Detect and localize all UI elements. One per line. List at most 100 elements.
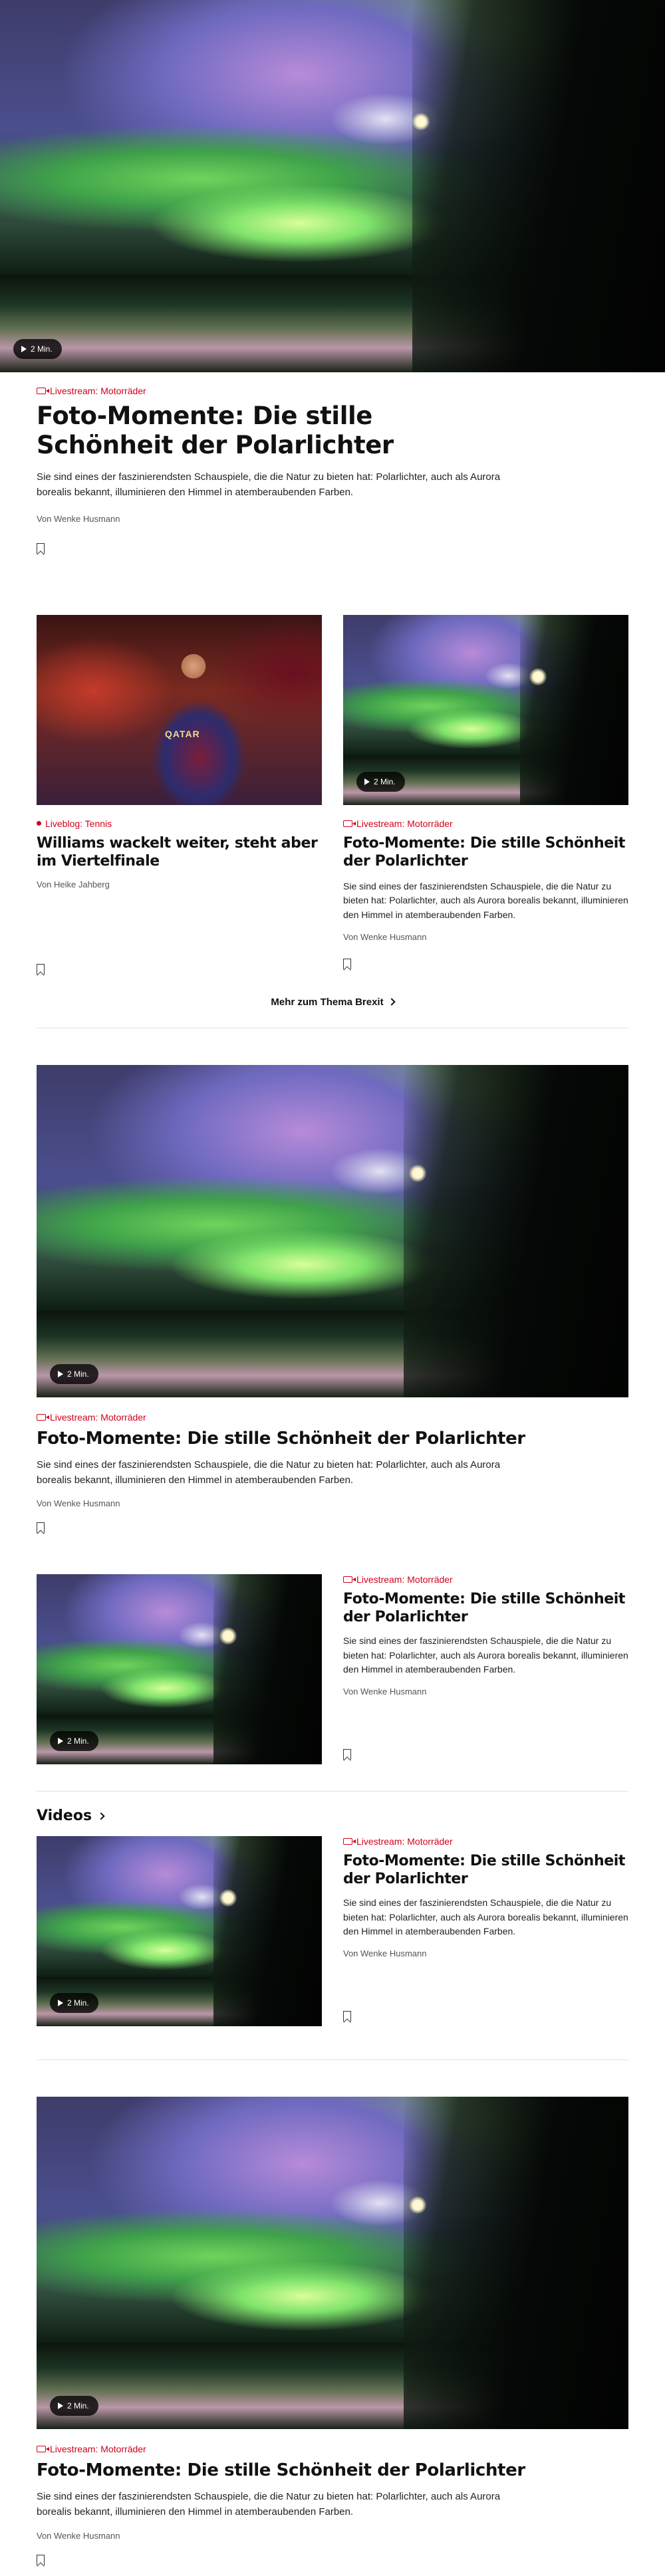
article-lead: Sie sind eines der faszinierendsten Scha… [37, 1459, 501, 1486]
play-icon [58, 1370, 63, 1377]
chevron-right-icon [97, 1812, 105, 1820]
aurora-image[interactable]: 2 Min. [37, 1064, 628, 1397]
big-teaser[interactable]: 2 Min. Livestream: Motorräder Foto-Momen… [37, 2097, 628, 2570]
article-author: Von Wenke Husmann [37, 513, 120, 524]
article-title[interactable]: Foto-Momente: Die stille Schönheit der P… [37, 2460, 628, 2481]
teaser-aurora[interactable]: 2 Min. Livestream: Motorräder Foto-Momen… [343, 614, 628, 979]
bookmark-button[interactable] [343, 954, 628, 974]
play-icon [58, 2000, 63, 2006]
kicker-label: Livestream: Motorräder [356, 1836, 453, 1847]
chevron-right-icon [387, 998, 396, 1006]
section-title: Videos [37, 1808, 92, 1824]
video-camera-icon [37, 388, 49, 394]
video-duration: 2 Min. [67, 1736, 89, 1746]
video-duration: 2 Min. [67, 1998, 89, 2008]
article-author: Von Wenke Husmann [37, 2530, 120, 2541]
shirt-sponsor-text: QATAR [165, 729, 200, 740]
article-author: Von Wenke Husmann [343, 1687, 427, 1697]
bookmark-button[interactable] [343, 1744, 628, 1764]
two-column-teasers: QATAR Liveblog: Tennis Williams wackelt … [37, 614, 628, 979]
article-author: Von Wenke Husmann [37, 1498, 120, 1508]
moon-shape [409, 1164, 426, 1182]
video-duration-badge[interactable]: 2 Min. [356, 771, 405, 792]
video-duration: 2 Min. [374, 776, 396, 786]
football-player-image[interactable]: QATAR [37, 614, 322, 805]
kicker[interactable]: Livestream: Motorräder [343, 818, 628, 829]
article-title[interactable]: Williams wackelt weiter, steht aber im V… [37, 834, 322, 870]
bookmark-icon [37, 542, 45, 554]
video-duration: 2 Min. [67, 2401, 89, 2410]
more-link-label: Mehr zum Thema Brexit [271, 996, 384, 1008]
moon-shape [412, 113, 430, 130]
aurora-image[interactable]: 2 Min. [37, 2097, 628, 2429]
teaser-tennis[interactable]: QATAR Liveblog: Tennis Williams wackelt … [37, 614, 322, 979]
article-author: Von Wenke Husmann [343, 931, 427, 942]
divider [37, 2059, 628, 2060]
video-camera-icon [343, 1838, 356, 1845]
bookmark-button[interactable] [343, 2006, 628, 2026]
article-lead: Sie sind eines der faszinierendsten Scha… [343, 880, 628, 920]
kicker[interactable]: Liveblog: Tennis [37, 818, 322, 829]
article-title[interactable]: Foto-Momente: Die stille Schönheit der P… [343, 1852, 628, 1888]
bookmark-icon [37, 2554, 45, 2565]
aurora-image[interactable]: 2 Min. [37, 1574, 322, 1764]
bookmark-button[interactable] [37, 538, 628, 558]
bookmark-icon [37, 1522, 45, 1533]
video-duration-badge[interactable]: 2 Min. [50, 1993, 98, 2013]
row-teaser[interactable]: 2 Min. Livestream: Motorräder Foto-Momen… [37, 1836, 628, 2026]
kicker[interactable]: Livestream: Motorräder [37, 1412, 628, 1423]
moon-shape [219, 1627, 237, 1645]
article-title[interactable]: Foto-Momente: Die stille Schönheit der P… [37, 402, 502, 460]
article-lead: Sie sind eines der faszinierendsten Scha… [37, 2491, 501, 2518]
hero-image[interactable]: 2 Min. [0, 0, 665, 372]
bookmark-icon [343, 2011, 351, 2022]
aurora-image[interactable]: 2 Min. [37, 1836, 322, 2026]
article-lead: Sie sind eines der faszinierendsten Scha… [343, 1897, 628, 1937]
article-title[interactable]: Foto-Momente: Die stille Schönheit der P… [343, 1590, 628, 1626]
kicker-label: Liveblog: Tennis [45, 818, 112, 829]
kicker[interactable]: Livestream: Motorräder [37, 386, 628, 396]
kicker[interactable]: Livestream: Motorräder [37, 2444, 628, 2454]
video-camera-icon [37, 2446, 49, 2452]
bookmark-icon [343, 1749, 351, 1760]
video-duration-badge[interactable]: 2 Min. [13, 339, 62, 359]
article-author: Von Wenke Husmann [343, 1948, 427, 1959]
video-duration-badge[interactable]: 2 Min. [50, 2396, 98, 2416]
bookmark-button[interactable] [37, 1518, 628, 1538]
moon-shape [409, 2196, 426, 2214]
kicker-label: Livestream: Motorräder [356, 1574, 453, 1585]
video-duration-badge[interactable]: 2 Min. [50, 1363, 98, 1384]
play-icon [364, 778, 370, 785]
article-title[interactable]: Foto-Momente: Die stille Schönheit der P… [343, 834, 628, 870]
play-icon [58, 2402, 63, 2409]
bookmark-button[interactable] [37, 959, 322, 979]
play-icon [58, 1738, 63, 1744]
row-teaser[interactable]: 2 Min. Livestream: Motorräder Foto-Momen… [37, 1574, 628, 1764]
live-dot-icon [37, 821, 41, 826]
article-author: Von Heike Jahberg [37, 879, 110, 889]
bookmark-button[interactable] [37, 2550, 628, 2570]
kicker[interactable]: Livestream: Motorräder [343, 1574, 628, 1585]
article-lead: Sie sind eines der faszinierendsten Scha… [37, 471, 501, 499]
aurora-image[interactable]: 2 Min. [343, 614, 628, 805]
more-brexit-link[interactable]: Mehr zum Thema Brexit [37, 996, 628, 1008]
divider [37, 1791, 628, 1792]
hero-teaser[interactable]: 2 Min. Livestream: Motorräder Foto-Momen… [0, 0, 665, 558]
kicker[interactable]: Livestream: Motorräder [343, 1836, 628, 1847]
video-camera-icon [343, 820, 356, 827]
kicker-label: Livestream: Motorräder [50, 1411, 146, 1423]
moon-shape [529, 667, 547, 685]
video-camera-icon [343, 1576, 356, 1583]
bookmark-icon [343, 958, 351, 969]
video-duration: 2 Min. [67, 1369, 89, 1379]
videos-section-heading[interactable]: Videos [37, 1808, 628, 1824]
moon-shape [219, 1889, 237, 1907]
big-teaser[interactable]: 2 Min. Livestream: Motorräder Foto-Momen… [37, 1064, 628, 1538]
article-lead: Sie sind eines der faszinierendsten Scha… [343, 1635, 628, 1675]
video-duration-badge[interactable]: 2 Min. [50, 1731, 98, 1751]
bookmark-icon [37, 963, 45, 975]
video-camera-icon [37, 1413, 49, 1421]
kicker-label: Livestream: Motorräder [50, 2444, 146, 2454]
article-title[interactable]: Foto-Momente: Die stille Schönheit der P… [37, 1428, 628, 1449]
kicker-label: Livestream: Motorräder [356, 818, 453, 829]
